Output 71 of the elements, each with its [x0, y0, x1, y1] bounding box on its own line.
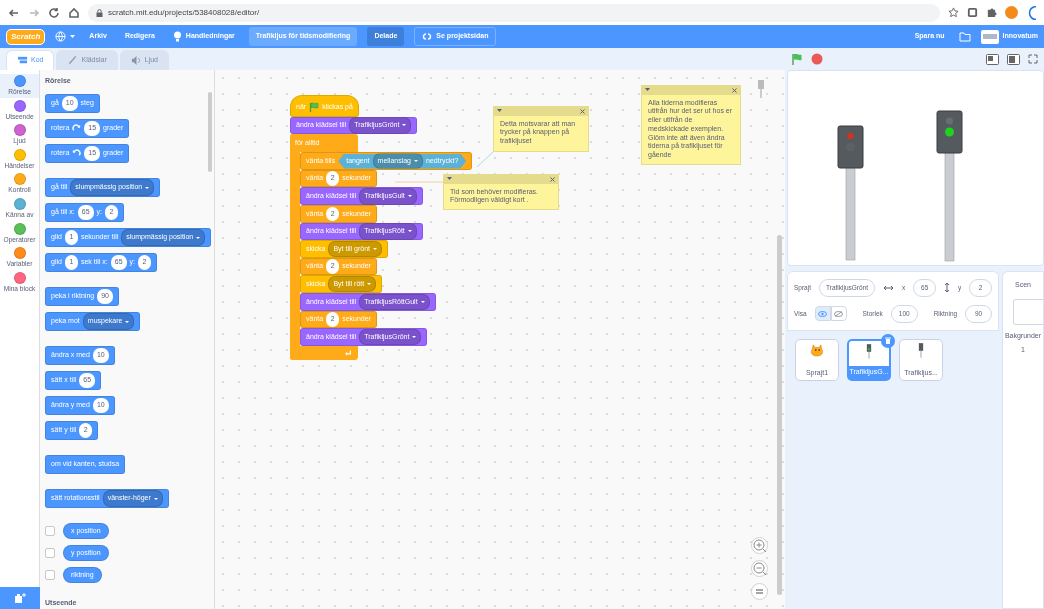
eye-hidden-icon [834, 310, 844, 317]
lightbulb-icon [172, 31, 182, 42]
code-icon [17, 54, 28, 66]
eye-icon [818, 310, 828, 317]
url-text: scratch.mit.edu/projects/538408028/editor/ [108, 6, 260, 19]
caret-icon [414, 160, 418, 163]
rotate-right-icon [72, 124, 82, 134]
flag-icon [309, 102, 320, 113]
folder-icon[interactable] [958, 31, 971, 42]
stop-icon[interactable] [811, 53, 823, 65]
collapse-icon[interactable] [447, 177, 452, 182]
leader-line [394, 181, 444, 183]
zoom-out-icon[interactable] [751, 559, 768, 577]
avatar-icon [980, 29, 999, 44]
caret-icon [373, 248, 378, 251]
stage-thumbnail[interactable] [1013, 298, 1043, 325]
extension-icon[interactable] [967, 7, 978, 18]
small-stage-icon[interactable] [986, 53, 999, 65]
zoom-in-icon[interactable] [751, 536, 768, 554]
close-icon[interactable] [550, 176, 555, 182]
speaker-icon [130, 54, 142, 66]
caret-icon [412, 336, 417, 338]
hide-button[interactable] [830, 306, 847, 322]
sprite-thumbnail-icon [757, 79, 765, 98]
loop-arrow-icon [344, 348, 352, 357]
add-extension-button[interactable] [0, 587, 40, 609]
flag-icon[interactable] [791, 53, 803, 65]
caret-icon [407, 195, 412, 198]
scrollbar[interactable] [208, 91, 212, 172]
leader-line [476, 151, 494, 168]
reset-zoom-icon[interactable] [751, 582, 768, 600]
language-menu[interactable] [55, 31, 76, 42]
caret-icon [70, 34, 76, 39]
caret-icon [420, 300, 425, 303]
delete-button[interactable] [881, 333, 895, 348]
checkbox[interactable] [45, 570, 55, 581]
rotate-left-icon [72, 149, 82, 159]
horizontal-arrows-icon [883, 284, 894, 291]
address-bar[interactable]: scratch.mit.edu/projects/538408028/editor/ [88, 3, 940, 22]
caret-icon [153, 497, 158, 500]
reload-icon[interactable] [48, 6, 60, 19]
puzzle-icon[interactable] [986, 7, 997, 18]
profile-icon[interactable] [1026, 5, 1036, 20]
show-button[interactable] [814, 306, 831, 322]
collapse-icon[interactable] [645, 88, 650, 93]
checkbox[interactable] [45, 548, 55, 559]
caret-icon [367, 283, 372, 286]
star-icon[interactable] [948, 7, 959, 18]
vertical-arrows-icon [944, 282, 950, 294]
caret-icon [407, 230, 412, 233]
avatar-icon[interactable] [1005, 6, 1018, 19]
caret-icon [145, 186, 150, 189]
paintbrush-icon [67, 54, 79, 66]
close-icon[interactable] [732, 87, 737, 93]
globe-icon [55, 31, 67, 42]
extension-add-icon [13, 592, 27, 604]
lock-icon [96, 8, 103, 17]
large-stage-icon[interactable] [1007, 53, 1020, 65]
back-icon[interactable] [8, 6, 20, 19]
collapse-icon[interactable] [497, 109, 502, 114]
link-icon [422, 32, 433, 41]
home-icon[interactable] [68, 6, 80, 19]
forward-icon[interactable] [28, 6, 40, 19]
scrollbar[interactable] [777, 234, 782, 595]
checkbox[interactable] [45, 526, 55, 537]
caret-icon [196, 236, 201, 239]
close-icon[interactable] [580, 108, 585, 114]
trash-icon [885, 337, 891, 344]
caret-icon [402, 124, 407, 127]
caret-icon [125, 320, 130, 323]
fullscreen-icon[interactable] [1028, 54, 1038, 64]
